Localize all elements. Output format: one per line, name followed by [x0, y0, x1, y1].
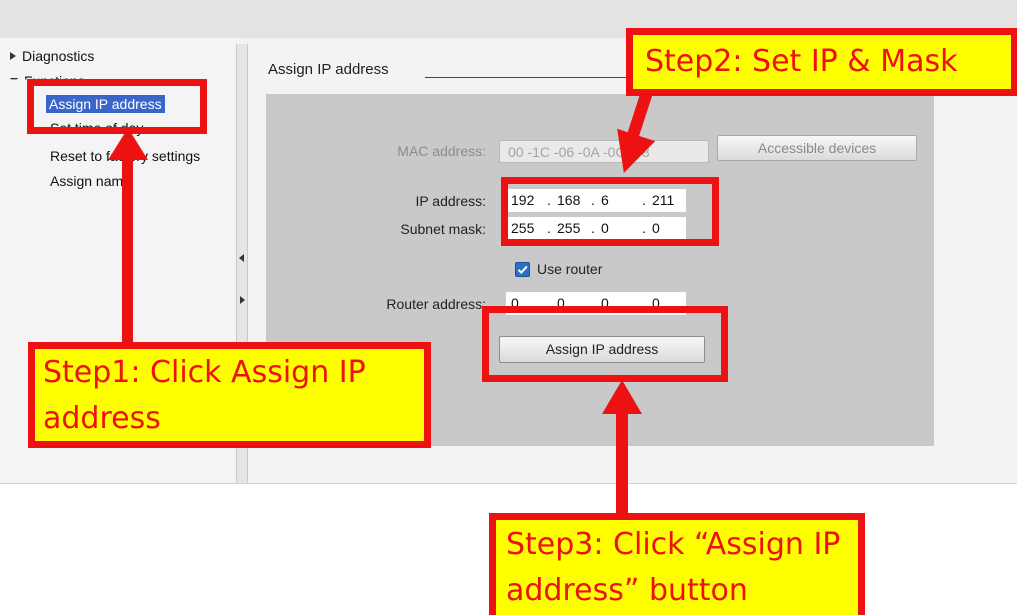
step1-arrow-shaft: [122, 155, 133, 347]
nav-item-diagnostics[interactable]: Diagnostics: [10, 48, 94, 64]
step1-callout: Step1: Click Assign IP address: [28, 342, 431, 448]
step3-highlight-box: [482, 306, 728, 382]
mac-address-field: 00 -1C -06 -0A -0C -08: [499, 140, 709, 163]
step2-highlight-box: [501, 177, 719, 246]
step3-callout: Step3: Click “Assign IP address” button: [489, 513, 865, 615]
accessible-devices-button[interactable]: Accessible devices: [717, 135, 917, 161]
mac-address-label: MAC address:: [397, 143, 486, 159]
router-address-label: Router address:: [386, 296, 486, 312]
nav-item-assign-name[interactable]: Assign name: [50, 173, 131, 189]
step1-highlight-box: [27, 79, 207, 134]
step3-arrow-head: [602, 380, 642, 414]
checkmark-icon: [517, 265, 528, 275]
step1-arrow-head: [108, 128, 148, 160]
use-router-checkbox[interactable]: [515, 262, 530, 277]
expand-arrow-icon: [10, 52, 16, 60]
collapse-arrow-icon: [10, 78, 18, 80]
subnet-mask-label: Subnet mask:: [400, 221, 486, 237]
step2-callout: Step2: Set IP & Mask: [626, 28, 1017, 96]
step3-arrow-shaft: [616, 410, 628, 516]
ip-address-label: IP address:: [415, 193, 486, 209]
splitter-arrow-icon[interactable]: [239, 254, 244, 262]
use-router-label: Use router: [537, 261, 603, 277]
splitter-arrow-icon[interactable]: [240, 296, 245, 304]
section-title: Assign IP address: [268, 61, 389, 78]
